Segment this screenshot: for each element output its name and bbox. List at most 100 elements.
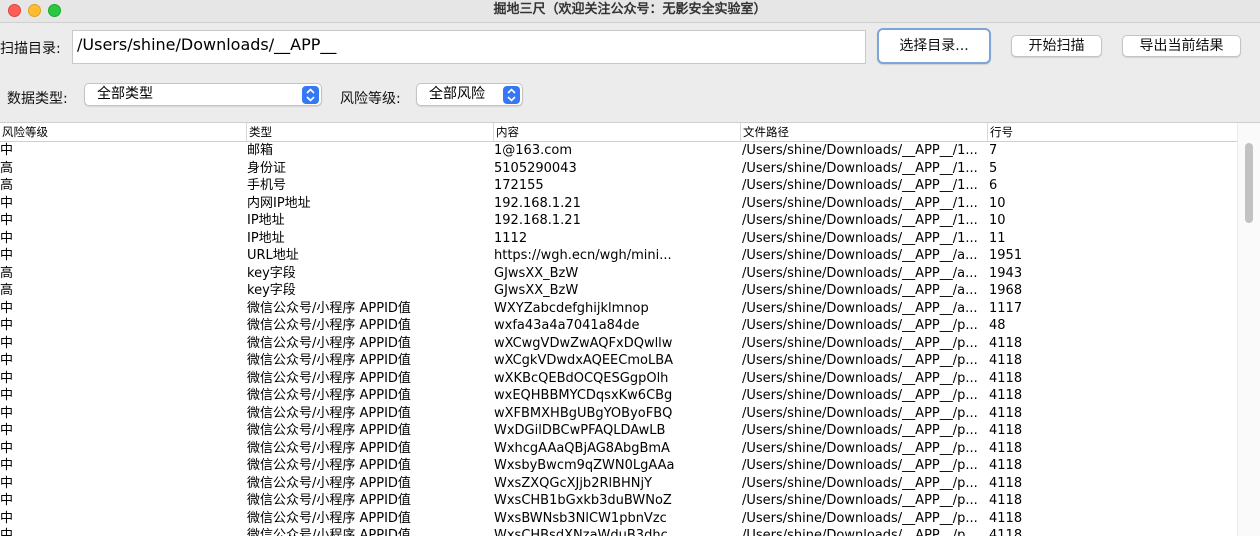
table-header: 风险等级 类型 内容 文件路径 行号 xyxy=(0,123,1238,142)
cell-path: /Users/shine/Downloads/__APP__/a... xyxy=(742,300,978,316)
cell-line: 4118 xyxy=(989,493,1023,508)
cell-type: 微信公众号/小程序 APPID值 xyxy=(247,458,411,473)
cell-type: 微信公众号/小程序 APPID值 xyxy=(247,493,411,508)
cell-risk: 中 xyxy=(0,300,14,316)
table-row[interactable]: 中 IP地址 192.168.1.21/Users/shine/Downloads/… xyxy=(0,212,1238,230)
cell-content: WxhcgAAaQBjAG8AbgBmA xyxy=(494,440,670,456)
cell-content: WxsZXQGcXJjb2RlBHNjY xyxy=(494,475,653,491)
cell-content: WxsCHBsdXNzaWduB3dhc xyxy=(494,528,668,536)
table-row[interactable]: 中 内网IP地址 192.168.1.21/Users/shine/Download… xyxy=(0,195,1238,213)
risk-level-select[interactable]: 全部风险 xyxy=(416,83,523,106)
cell-line: 5 xyxy=(989,160,998,176)
cell-content: WxsCHB1bGxkb3duBWNoZ xyxy=(494,493,672,508)
table-row[interactable]: 中 微信公众号/小程序 APPID值 WxsCHB1bGxkb3duBWNoZ/Us… xyxy=(0,492,1238,510)
cell-path: /Users/shine/Downloads/__APP__/p... xyxy=(742,493,978,508)
cell-content: GJwsXX_BzW xyxy=(494,265,579,281)
cell-risk: 中 xyxy=(0,230,14,246)
column-header-line[interactable]: 行号 xyxy=(988,123,1238,141)
table-row[interactable]: 高 key字段 GJwsXX_BzW/Users/shine/Downloads/_… xyxy=(0,265,1238,283)
table-row[interactable]: 中 微信公众号/小程序 APPID值 WxhcgAAaQBjAG8AbgBmA/Us… xyxy=(0,440,1238,458)
cell-type: IP地址 xyxy=(247,213,285,228)
table-row[interactable]: 中 微信公众号/小程序 APPID值 wXCwgVDwZwAQFxDQwllw/Us… xyxy=(0,335,1238,353)
select-chevrons-icon xyxy=(302,86,319,104)
cell-risk: 中 xyxy=(0,248,14,263)
start-scan-button[interactable]: 开始扫描 xyxy=(1011,35,1102,57)
cell-risk: 中 xyxy=(0,493,14,508)
table-scrollbar[interactable] xyxy=(1237,123,1260,536)
cell-type: 身份证 xyxy=(247,160,287,176)
cell-content: 172155 xyxy=(494,178,544,193)
cell-risk: 中 xyxy=(0,353,14,368)
column-header-type[interactable]: 类型 xyxy=(247,123,494,141)
cell-risk: 中 xyxy=(0,405,14,421)
export-results-button[interactable]: 导出当前结果 xyxy=(1122,35,1241,57)
table-row[interactable]: 中 IP地址 1112/Users/shine/Downloads/__APP__/… xyxy=(0,230,1238,248)
data-type-value: 全部类型 xyxy=(97,86,153,102)
cell-path: /Users/shine/Downloads/__APP__/p... xyxy=(742,510,978,526)
table-row[interactable]: 中 微信公众号/小程序 APPID值 WxsZXQGcXJjb2RlBHNjY/Us… xyxy=(0,475,1238,493)
cell-path: /Users/shine/Downloads/__APP__/1... xyxy=(742,143,978,158)
cell-path: /Users/shine/Downloads/__APP__/p... xyxy=(742,475,978,491)
table-row[interactable]: 中 微信公众号/小程序 APPID值 wXCgkVDwdxAQEECmoLBA/Us… xyxy=(0,352,1238,370)
cell-path: /Users/shine/Downloads/__APP__/p... xyxy=(742,440,978,456)
table-row[interactable]: 中 邮箱 1@163.com/Users/shine/Downloads/__APP… xyxy=(0,142,1238,160)
table-row[interactable]: 中 URL地址 https://wgh.ecn/wgh/mini... /Users/… xyxy=(0,247,1238,265)
cell-type: 微信公众号/小程序 APPID值 xyxy=(247,440,411,456)
table-row[interactable]: 高 手机号 172155/Users/shine/Downloads/__APP__… xyxy=(0,177,1238,195)
cell-content: wXFBMXHBgUBgYOByoFBQ xyxy=(494,405,673,421)
cell-path: /Users/shine/Downloads/__APP__/1... xyxy=(742,160,978,176)
cell-line: 4118 xyxy=(989,458,1023,473)
cell-type: 微信公众号/小程序 APPID值 xyxy=(247,510,411,526)
data-type-label: 数据类型: xyxy=(7,91,68,107)
cell-line: 4118 xyxy=(989,405,1023,421)
table-row[interactable]: 中 微信公众号/小程序 APPID值 wxEQHBBMYCDqsxKw6CBg/Us… xyxy=(0,387,1238,405)
cell-risk: 中 xyxy=(0,528,14,536)
table-row[interactable]: 中 微信公众号/小程序 APPID值 WxsBWNsb3NlCW1pbnVzc/Us… xyxy=(0,510,1238,528)
cell-content: WxsbyBwcm9qZWN0LgAAa xyxy=(494,458,675,473)
cell-line: 1117 xyxy=(989,300,1023,316)
data-type-select[interactable]: 全部类型 xyxy=(84,83,322,106)
cell-path: /Users/shine/Downloads/__APP__/a... xyxy=(742,283,978,298)
column-header-path[interactable]: 文件路径 xyxy=(741,123,988,141)
table-body: 中 邮箱 1@163.com/Users/shine/Downloads/__APP… xyxy=(0,142,1238,536)
table-row[interactable]: 中 微信公众号/小程序 APPID值 WXYZabcdefghijklmnop/Us… xyxy=(0,300,1238,318)
cell-risk: 中 xyxy=(0,423,14,438)
table-row[interactable]: 中 微信公众号/小程序 APPID值 wXKBcQEBdOCQESGgpOlh/Us… xyxy=(0,370,1238,388)
select-chevrons-icon xyxy=(503,86,520,104)
cell-content: 192.168.1.21 xyxy=(494,195,581,211)
table-row[interactable]: 中 微信公众号/小程序 APPID值 wxfa43a4a7041a84de/User… xyxy=(0,317,1238,335)
window-title: 掘地三尺（欢迎关注公众号：无影安全实验室） xyxy=(493,2,767,17)
cell-path: /Users/shine/Downloads/__APP__/p... xyxy=(742,318,978,333)
cell-path: /Users/shine/Downloads/__APP__/p... xyxy=(742,335,978,351)
cell-type: IP地址 xyxy=(247,230,285,246)
table-row[interactable]: 中 微信公众号/小程序 APPID值 WxsCHBsdXNzaWduB3dhc/Us… xyxy=(0,527,1238,536)
choose-dir-button[interactable]: 选择目录... xyxy=(877,28,991,64)
cell-line: 7 xyxy=(989,143,998,158)
cell-line: 11 xyxy=(989,230,1006,246)
scan-dir-input[interactable]: /Users/shine/Downloads/__APP__ xyxy=(72,30,866,64)
cell-risk: 中 xyxy=(0,335,14,351)
table-row[interactable]: 高 身份证 5105290043/Users/shine/Downloads/__A… xyxy=(0,160,1238,178)
table-row[interactable]: 高 key字段 GJwsXX_BzW/Users/shine/Downloads/_… xyxy=(0,282,1238,300)
table-row[interactable]: 中 微信公众号/小程序 APPID值 WxsbyBwcm9qZWN0LgAAa/Us… xyxy=(0,457,1238,475)
cell-type: 微信公众号/小程序 APPID值 xyxy=(247,423,411,438)
table-row[interactable]: 中 微信公众号/小程序 APPID值 wXFBMXHBgUBgYOByoFBQ/Us… xyxy=(0,405,1238,423)
cell-type: 微信公众号/小程序 APPID值 xyxy=(247,405,411,421)
cell-path: /Users/shine/Downloads/__APP__/p... xyxy=(742,353,978,368)
cell-risk: 中 xyxy=(0,143,14,158)
title-bar: 掘地三尺（欢迎关注公众号：无影安全实验室） xyxy=(0,0,1260,23)
cell-line: 1943 xyxy=(989,265,1023,281)
cell-type: 微信公众号/小程序 APPID值 xyxy=(247,300,411,316)
column-header-content[interactable]: 内容 xyxy=(494,123,741,141)
cell-risk: 中 xyxy=(0,370,14,386)
cell-content: wxEQHBBMYCDqsxKw6CBg xyxy=(494,388,673,403)
scrollbar-thumb[interactable] xyxy=(1245,143,1253,223)
cell-content: WxsBWNsb3NlCW1pbnVzc xyxy=(494,510,667,526)
cell-type: 微信公众号/小程序 APPID值 xyxy=(247,353,411,368)
table-row[interactable]: 中 微信公众号/小程序 APPID值 WxDGilDBCwPFAQLDAwLB/Us… xyxy=(0,422,1238,440)
cell-line: 1968 xyxy=(989,283,1023,298)
cell-type: URL地址 xyxy=(247,248,299,263)
column-header-risk[interactable]: 风险等级 xyxy=(0,123,247,141)
cell-path: /Users/shine/Downloads/__APP__/p... xyxy=(742,388,978,403)
cell-path: /Users/shine/Downloads/__APP__/p... xyxy=(742,370,978,386)
